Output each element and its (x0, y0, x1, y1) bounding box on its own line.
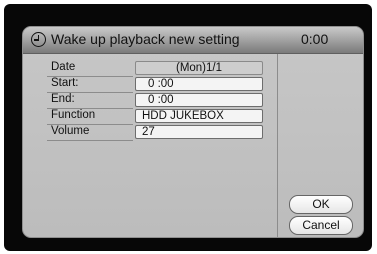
row-function: Function HDD JUKEBOX (35, 109, 263, 125)
current-time: 0:00 (301, 31, 329, 47)
start-time-field[interactable]: 0 :00 (135, 77, 263, 91)
dialog-title: Wake up playback new setting (51, 31, 240, 47)
cancel-button[interactable]: Cancel (289, 216, 353, 235)
end-label: End: (51, 93, 75, 105)
volume-label: Volume (51, 125, 90, 137)
volume-field[interactable]: 27 (135, 125, 263, 139)
screen: Wake up playback new setting 0:00 Date (… (4, 4, 372, 251)
clock-icon (31, 32, 46, 47)
ok-button[interactable]: OK (289, 195, 353, 214)
end-time-field[interactable]: 0 :00 (135, 93, 263, 107)
row-date: Date (Mon)1/1 (35, 61, 263, 77)
start-label: Start: (51, 77, 79, 89)
panel-divider (277, 54, 278, 237)
date-label: Date (51, 61, 76, 73)
function-label: Function (51, 109, 96, 121)
date-value[interactable]: (Mon)1/1 (135, 61, 263, 75)
dialog-panel: Wake up playback new setting 0:00 Date (… (22, 26, 364, 238)
row-start: Start: 0 :00 (35, 77, 263, 93)
row-end: End: 0 :00 (35, 93, 263, 109)
function-field[interactable]: HDD JUKEBOX (135, 109, 263, 123)
title-bar: Wake up playback new setting 0:00 (23, 27, 363, 54)
row-divider (47, 140, 133, 141)
row-volume: Volume 27 (35, 125, 263, 141)
